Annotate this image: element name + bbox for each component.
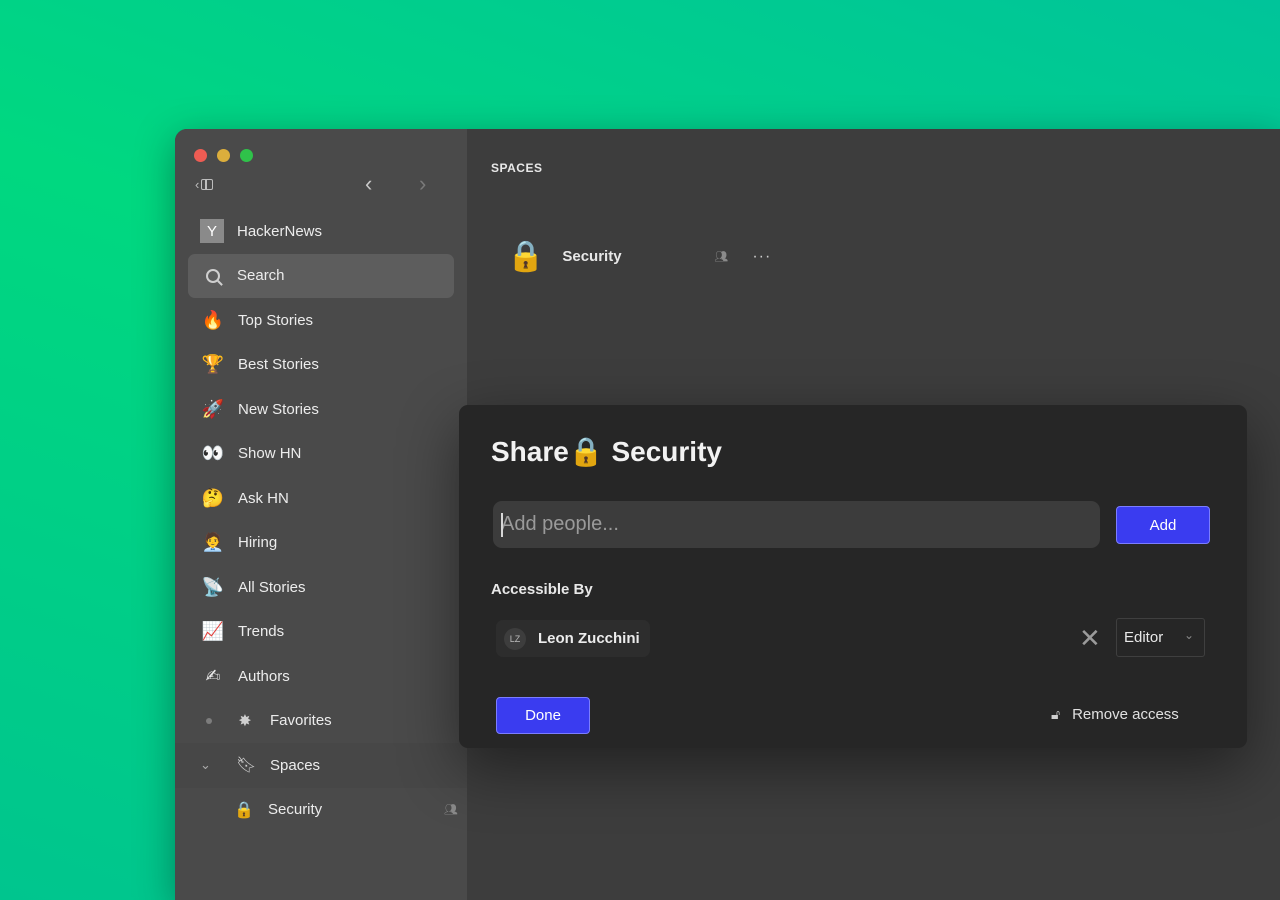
chevron-down-icon: ⌄ xyxy=(1183,628,1194,642)
sidebar-item-authors[interactable]: ✍ Authors xyxy=(188,654,454,699)
thinking-face-icon: 🤔 xyxy=(201,487,225,508)
accessible-by-label: Accessible By xyxy=(491,581,593,598)
sidebar-item-top-stories[interactable]: 🔥 Top Stories xyxy=(188,298,454,343)
minimize-window-button[interactable] xyxy=(217,149,230,162)
page-title: SPACES xyxy=(491,161,543,175)
dialog-title: Share🔒 Security xyxy=(491,435,722,468)
add-button[interactable]: Add xyxy=(1116,506,1210,544)
add-people-input[interactable] xyxy=(493,501,1100,548)
sidebar-item-label: Trends xyxy=(238,623,285,641)
sidebar-item-label: New Stories xyxy=(238,400,319,418)
sidebar-item-hackernews[interactable]: Y HackerNews xyxy=(188,209,454,254)
chart-increasing-icon: 📈 xyxy=(201,621,225,642)
sidebar-item-spaces[interactable]: ⌄ 🔖︎ Spaces xyxy=(175,743,467,788)
text-cursor xyxy=(501,513,503,537)
sidebar-item-label: Favorites xyxy=(270,712,332,730)
sidebar-item-label: Search xyxy=(237,267,285,285)
sidebar-item-trends[interactable]: 📈 Trends xyxy=(188,610,454,655)
share-dialog: Share🔒 Security Add Accessible By LZ Leo… xyxy=(459,405,1247,748)
space-row-security[interactable]: 🔒 Security 👥︎ ··· xyxy=(507,239,771,274)
lock-icon: 🔒 xyxy=(568,436,604,467)
sidebar-item-show-hn[interactable]: 👀 Show HN xyxy=(188,432,454,477)
office-worker-icon: 🧑‍💼 xyxy=(201,532,225,553)
role-value: Editor xyxy=(1124,629,1164,646)
lock-icon: 🔒 xyxy=(507,240,545,273)
remove-access-label: Remove access xyxy=(1072,706,1179,723)
sidebar-item-hiring[interactable]: 🧑‍💼 Hiring xyxy=(188,521,454,566)
search-icon xyxy=(206,268,220,283)
sidebar-item-favorites[interactable]: ✸ Favorites xyxy=(188,699,454,744)
star-icon: ✸ xyxy=(238,712,252,730)
role-select[interactable]: Editor ⌄ xyxy=(1116,618,1205,657)
close-window-button[interactable] xyxy=(194,149,207,162)
sidebar-item-label: Security xyxy=(268,801,323,819)
bookmark-icon: 🔖︎ xyxy=(236,757,257,775)
sidebar: ‹ ‹ › Y HackerNews Search 🔥 Top Stories … xyxy=(175,129,467,900)
hackernews-logo-icon: Y xyxy=(200,219,224,244)
sidebar-panel-icon xyxy=(201,179,214,190)
sidebar-toggle-button[interactable]: ‹ xyxy=(195,177,214,192)
sidebar-item-label: All Stories xyxy=(238,578,306,596)
sidebar-item-label: Ask HN xyxy=(238,489,289,507)
forward-button[interactable]: › xyxy=(419,171,426,197)
lock-outline-icon: 🔓︎ xyxy=(1051,706,1061,722)
sidebar-item-all-stories[interactable]: 📡 All Stories xyxy=(188,565,454,610)
sidebar-item-label: Top Stories xyxy=(238,311,314,329)
satellite-icon: 📡 xyxy=(201,576,225,597)
zoom-window-button[interactable] xyxy=(240,149,253,162)
sidebar-item-new-stories[interactable]: 🚀 New Stories xyxy=(188,387,454,432)
sidebar-nav: Y HackerNews Search 🔥 Top Stories 🏆 Best… xyxy=(175,209,467,833)
sidebar-item-search[interactable]: Search xyxy=(188,253,454,298)
chevron-down-icon[interactable]: ⌄ xyxy=(200,757,214,773)
space-name: Security xyxy=(562,248,622,265)
sidebar-item-label: Authors xyxy=(238,667,290,685)
sidebar-item-label: Hiring xyxy=(238,534,278,552)
shared-people-icon: 👥︎ xyxy=(444,804,458,817)
done-button[interactable]: Done xyxy=(496,697,590,734)
trophy-icon: 🏆 xyxy=(201,354,225,375)
more-options-icon[interactable]: ··· xyxy=(752,248,771,266)
bullet-dot-icon xyxy=(206,717,212,724)
chevron-left-icon: ‹ xyxy=(195,177,200,192)
writing-hand-icon: ✍ xyxy=(205,665,221,686)
window-controls xyxy=(194,149,253,162)
lock-icon: 🔒 xyxy=(234,801,254,819)
shared-people-icon: 👥︎ xyxy=(714,251,729,263)
sidebar-item-label: Best Stories xyxy=(238,356,319,374)
sidebar-item-label: Spaces xyxy=(270,756,321,774)
sidebar-item-label: Show HN xyxy=(238,445,302,463)
sidebar-item-security[interactable]: 🔒 Security 👥︎ xyxy=(188,788,458,833)
avatar: LZ xyxy=(504,627,526,650)
sidebar-item-ask-hn[interactable]: 🤔 Ask HN xyxy=(188,476,454,521)
user-name: Leon Zucchini xyxy=(538,630,640,647)
back-button[interactable]: ‹ xyxy=(365,171,372,197)
remove-user-close-icon[interactable]: ✕ xyxy=(1079,623,1101,654)
dialog-title-space: Security xyxy=(611,436,722,467)
sidebar-item-best-stories[interactable]: 🏆 Best Stories xyxy=(188,343,454,388)
dialog-title-prefix: Share xyxy=(491,436,569,467)
sidebar-item-label: HackerNews xyxy=(237,222,323,240)
remove-access-button[interactable]: 🔓︎ Remove access xyxy=(1051,706,1179,723)
user-chip: LZ Leon Zucchini xyxy=(496,620,650,657)
eyes-icon: 👀 xyxy=(201,443,225,464)
fire-icon: 🔥 xyxy=(201,309,225,330)
rocket-icon: 🚀 xyxy=(201,398,225,419)
